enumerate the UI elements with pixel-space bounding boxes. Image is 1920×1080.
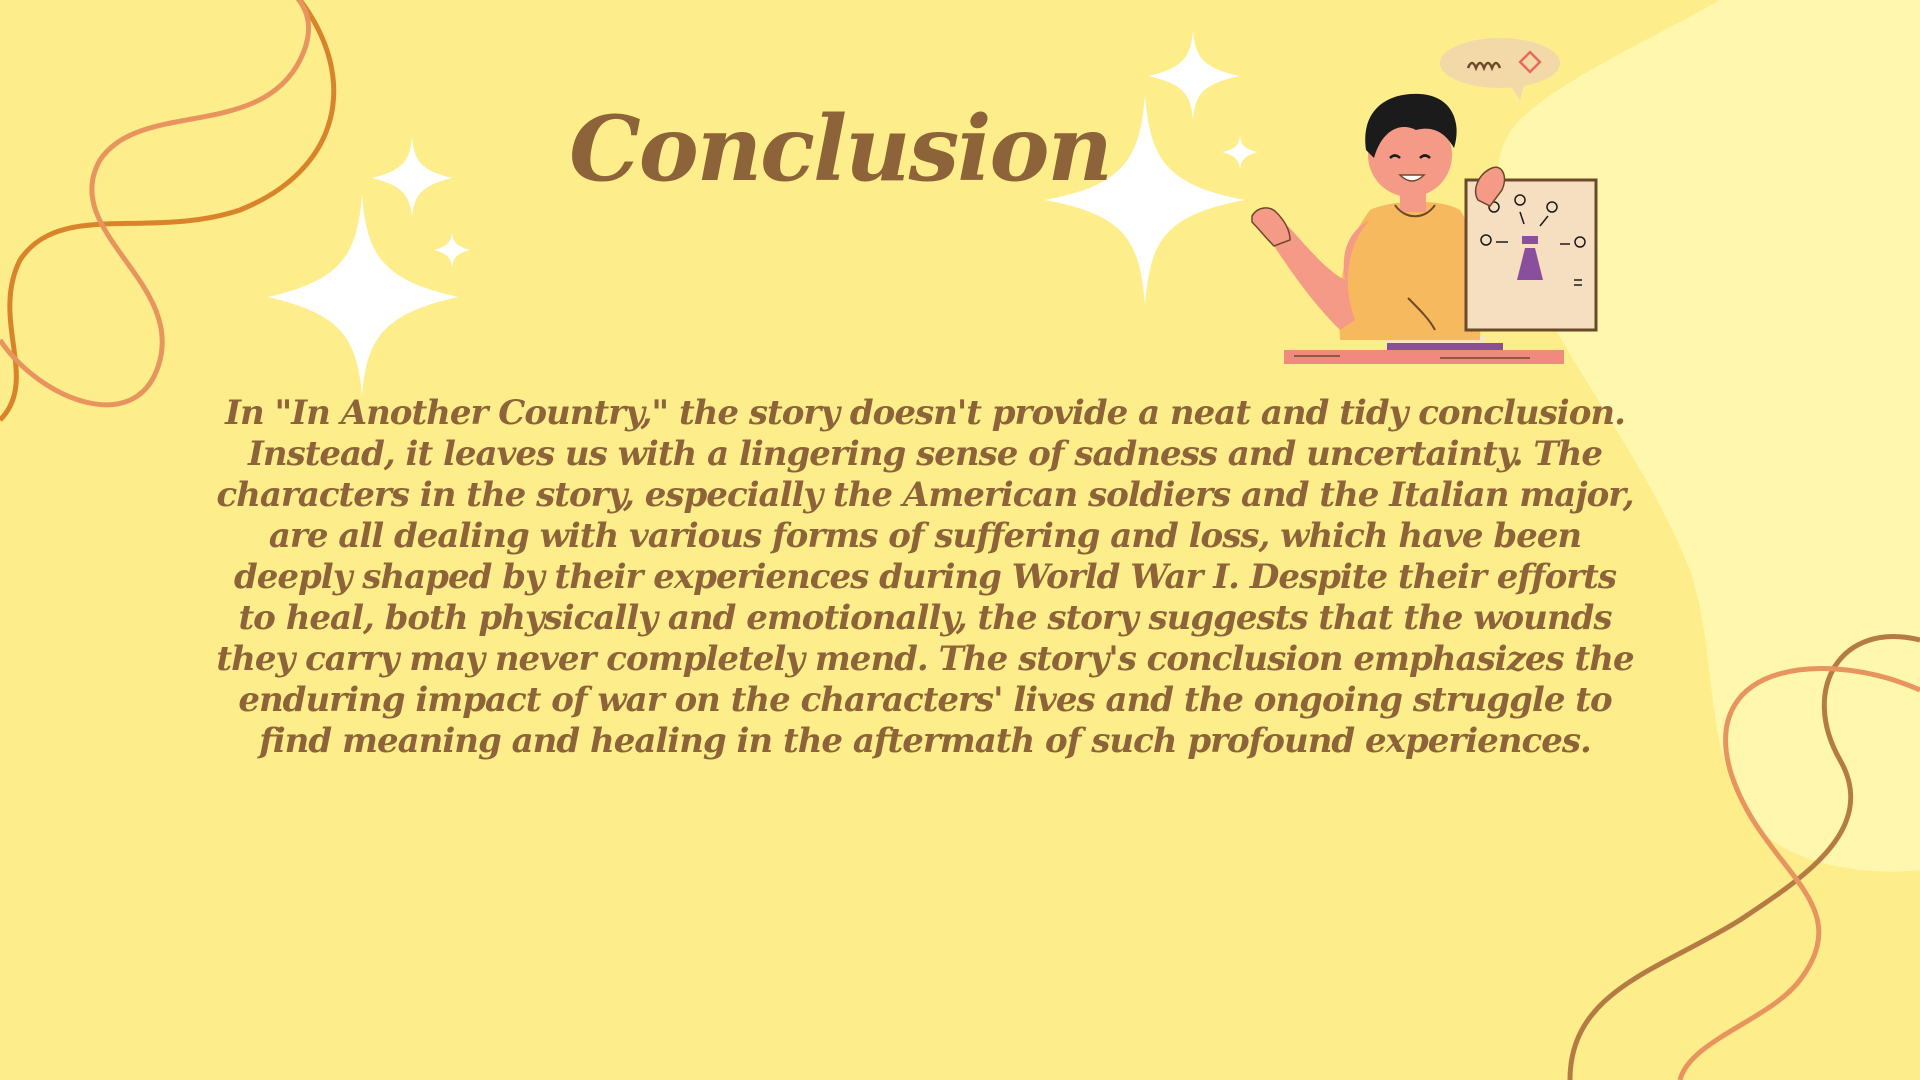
torso <box>1339 201 1481 340</box>
left-hand <box>1251 207 1291 247</box>
speech-bubble-icon <box>1440 38 1560 100</box>
teacher-presenting-icon <box>1251 38 1598 364</box>
sparkle-tiny-left <box>434 232 470 268</box>
page-title: Conclusion <box>569 96 1113 202</box>
body-paragraph: In "In Another Country," the story doesn… <box>216 393 1634 761</box>
slide: Conclusion In "In Another Country," the … <box>0 0 1920 1080</box>
desk <box>1284 350 1564 364</box>
top-left-orange-curve <box>0 0 337 422</box>
sparkle-large-left <box>268 195 458 395</box>
sparkles <box>268 30 1258 395</box>
